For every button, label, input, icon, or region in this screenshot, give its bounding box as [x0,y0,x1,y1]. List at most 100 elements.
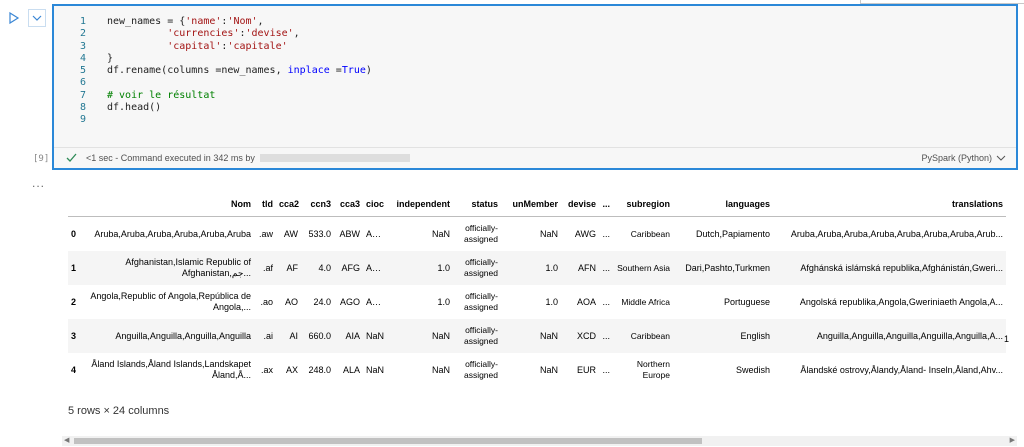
column-header: devise [561,192,599,217]
code-line[interactable]: 5 df.rename(columns =new_names, inplace =… [54,65,1016,77]
table-cell: 1.0 [545,297,558,307]
table-cell: officially-assigned [463,223,498,244]
code-line[interactable]: 1 new_names = {'name': 'Nom', [54,16,1016,28]
table-cell: AW [283,229,298,239]
table-cell: .ai [254,319,276,353]
table-cell: AFG [363,251,387,285]
scrollbar-thumb[interactable] [74,438,702,444]
column-header: tld [254,192,276,217]
code-token: 'Nom' [227,16,258,27]
code-line[interactable]: 2 'currencies':'devise', [54,28,1016,40]
table-cell: Portuguese [723,297,770,307]
table-cell: AO [284,297,298,307]
table-row: 4 Åland Islands,Åland Islands,Landskapet … [68,353,1006,387]
code-token: 'devise' [245,28,294,40]
table-cell: XCD [561,319,599,353]
output-more-button[interactable]: ... [32,176,45,190]
dataframe-table: Nom tld cca2 ccn3 cca3 cioc independent status u… [68,192,1006,387]
table-cell: AGO [339,297,360,307]
table-cell: 4.0 [301,251,334,285]
column-header: ... [599,192,613,217]
table-cell: AOA [576,297,596,307]
code-line[interactable]: 3 'capital':'capitale' [54,41,1016,53]
table-cell: Middle Africa [621,296,670,307]
table-cell: NaN [501,319,561,353]
kernel-label: PySpark (Python) [921,153,992,163]
run-cell-button[interactable] [8,11,20,25]
table-cell: 660.0 [301,319,334,353]
execution-count: [9] [33,154,50,164]
code-token: , [257,16,264,27]
table-cell: Angolská republika,Angola,Gweriniaeth An… [799,297,1003,307]
code-cell[interactable]: 1 new_names = {'name': 'Nom', 2 'currencies… [52,4,1018,170]
kernel-selector[interactable]: PySpark (Python) [921,153,1006,163]
table-cell: Afghanistan,Islamic Republic of Afghanis… [84,251,254,285]
table-cell: ... [602,365,610,375]
column-header: cca3 [334,192,363,217]
code-editor[interactable]: 1 new_names = {'name': 'Nom', 2 'currencies… [54,16,1016,126]
table-cell: Ålandské ostrovy,Ålandy,Åland- Inseln,Ål… [800,365,1003,375]
table-cell: Caribbean [613,319,673,353]
table-cell: AIA [334,319,363,353]
table-cell: NaN [539,229,558,239]
table-cell: Angola,Republic of Angola,República de A… [90,291,251,312]
code-token: df.head() [107,101,162,113]
table-cell: 248.0 [308,365,331,375]
dataframe-output: Nom tld cca2 ccn3 cca3 cioc independent status u… [68,192,1006,387]
table-cell: ... [602,229,610,239]
code-token: new_names = { [107,16,186,27]
code-line[interactable]: 9 [54,114,1016,126]
table-cell: Dutch,Papiamento [695,229,770,239]
column-header: independent [387,192,453,217]
table-cell: AI [276,319,301,353]
table-cell: Swedish [735,365,770,375]
code-line[interactable]: 7 # voir le résultat [54,90,1016,102]
table-cell: Aruba,Aruba,Aruba,Aruba,Aruba,Aruba [94,228,251,239]
table-cell: AX [285,365,298,375]
code-line[interactable]: 6 [54,77,1016,89]
code-token: 'currencies' [167,28,240,40]
table-cell: officially-assigned [463,359,498,380]
table-cell: Southern Asia [613,251,673,285]
code-token: , [293,28,300,40]
table-cell: ... [599,251,613,285]
table-cell: AFG [334,251,363,285]
table-cell: .aw [258,229,273,239]
table-cell: NaN [387,319,453,353]
redacted-user [259,154,410,162]
column-header: unMember [501,192,561,217]
table-cell: 1.0 [501,251,561,285]
column-header: subregion [613,192,673,217]
column-header: cca2 [276,192,301,217]
code-token: 'capital' [167,40,222,52]
table-cell: EUR [576,365,596,375]
code-token: df.rename(columns =new_names, [107,65,288,76]
table-cell: ABW [339,229,360,239]
code-token: # voir le résultat [107,89,216,101]
table-cell: NaN [363,319,387,353]
table-cell: Anguilla,Anguilla,Anguilla,Anguilla [84,319,254,353]
table-cell: NaN [366,365,385,375]
code-token: 'capitale' [227,40,288,52]
row-index: 3 [68,319,84,353]
table-cell: Northern Europe [636,359,670,380]
code-line[interactable]: 4} [54,53,1016,65]
line-number: 4 [79,52,86,64]
line-number: 1 [79,16,86,27]
row-index: 0 [71,229,77,239]
column-header: Nom [84,192,254,217]
code-line[interactable]: 8 df.head() [54,102,1016,114]
table-cell: NaN [539,365,558,375]
table-cell: ... [602,297,610,307]
cell-collapse-button[interactable] [28,9,46,27]
arrow-right-icon[interactable]: ▶ [1010,436,1015,446]
table-cell: AF [276,251,301,285]
row-index: 4 [71,365,77,375]
table-header-row: Nom tld cca2 ccn3 cca3 cioc independent status u… [68,192,1006,217]
cell-status-bar: <1 sec - Command executed in 342 ms by P… [54,147,1016,168]
arrow-left-icon[interactable]: ◀ [64,436,69,446]
horizontal-scrollbar[interactable]: ◀ ▶ [62,436,1017,446]
code-token: = [329,65,342,76]
column-header: ccn3 [301,192,334,217]
